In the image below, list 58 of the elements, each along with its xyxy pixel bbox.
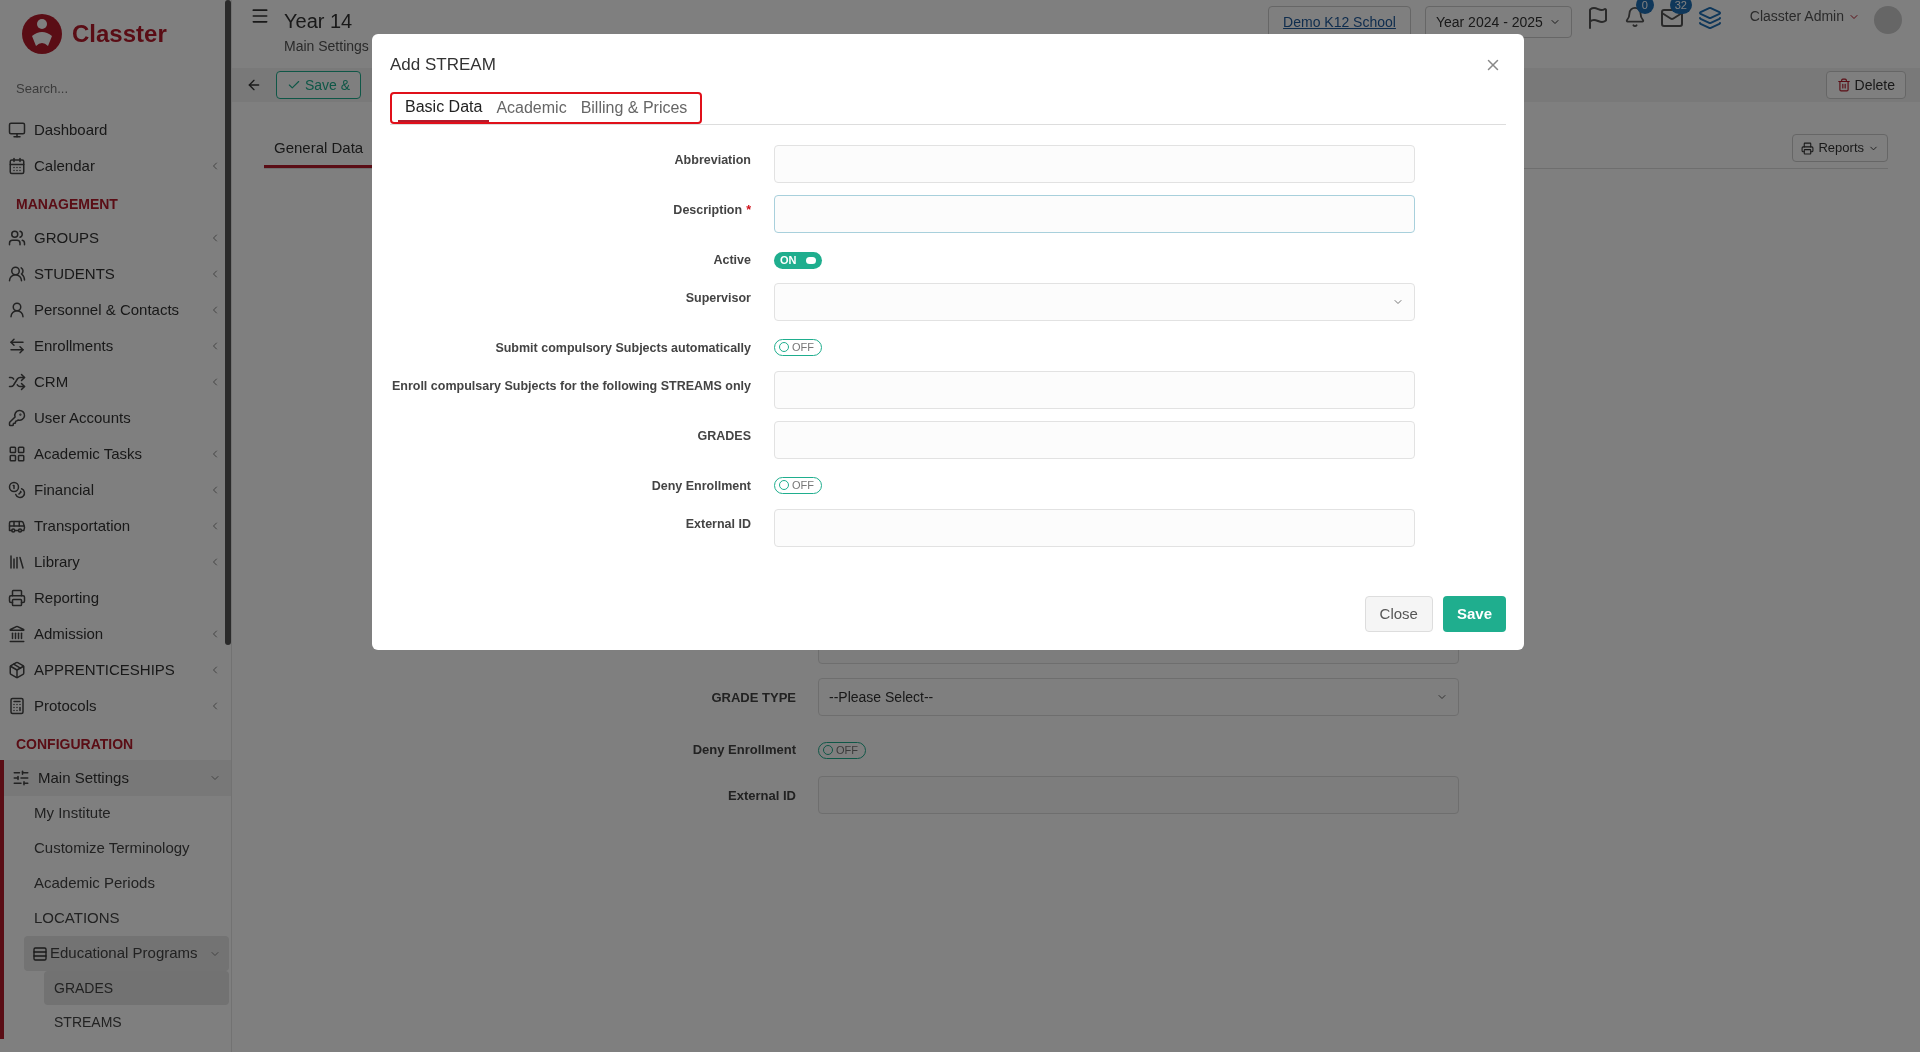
user-menu[interactable]: Classter Admin (1749, 6, 1860, 27)
close-button[interactable]: Close (1364, 596, 1433, 632)
text-field[interactable] (774, 145, 1415, 183)
submenu-item[interactable]: STREAMS (44, 1005, 229, 1039)
check-icon (287, 78, 301, 92)
section-heading: MANAGEMENT (15, 195, 119, 214)
field-label: GRADES (697, 428, 751, 445)
tab[interactable]: Academic (489, 94, 574, 122)
brand-name: Classter (72, 19, 167, 49)
field-label: Supervisor (685, 290, 751, 307)
submenu-item[interactable]: GRADES (44, 971, 229, 1005)
printer-icon (1801, 141, 1815, 155)
toggle-switch[interactable]: OFF (774, 338, 822, 356)
text-field[interactable] (774, 371, 1415, 409)
submenu-item[interactable]: My Institute (4, 796, 231, 831)
field-label: Deny Enrollment (651, 478, 751, 495)
notification-badge: 0 (1635, 0, 1654, 14)
submenu-item[interactable]: Educational Programs (24, 936, 229, 971)
message-badge: 32 (1669, 0, 1692, 14)
text-field[interactable] (774, 509, 1415, 547)
text-field[interactable] (774, 421, 1415, 459)
field-label: Active (713, 252, 751, 269)
toggle-switch[interactable]: OFF (774, 476, 822, 494)
toggle-switch[interactable]: OFF (818, 741, 866, 759)
submenu-item[interactable]: Academic Periods (4, 866, 231, 901)
delete-button[interactable]: Delete (1825, 71, 1906, 99)
select-field[interactable] (774, 283, 1415, 321)
sidebar-item[interactable]: APPRENTICESHIPS (0, 652, 231, 688)
trash-icon (1836, 78, 1851, 92)
tab[interactable]: Basic Data (398, 94, 490, 122)
sidebar-item[interactable]: Main Settings (4, 760, 231, 796)
scrollbar[interactable] (225, 0, 231, 645)
field-label: GRADE TYPE (711, 689, 796, 707)
save-button[interactable]: Save (1442, 596, 1506, 632)
layers-icon[interactable] (1697, 6, 1722, 30)
field-label: Abbreviation (674, 152, 751, 169)
select-field[interactable]: --Please Select-- (818, 678, 1459, 716)
avatar[interactable] (1874, 6, 1902, 34)
page-subtitle: Main Settings (284, 37, 369, 56)
field-label: External ID (728, 787, 796, 805)
field-label: Enroll compulsary Subjects for the following STREAMS only (391, 378, 751, 395)
reports-button[interactable]: Reports (1792, 134, 1888, 162)
tab[interactable]: Billing & Prices (573, 94, 695, 122)
toggle-switch[interactable]: ON (774, 251, 822, 269)
field-label: External ID (685, 516, 751, 533)
field-label: Submit compulsory Subjects automatically (495, 340, 751, 357)
field-label: Description * (673, 202, 751, 219)
page-title: Year 14 (284, 9, 354, 34)
modal-title: Add STREAM (390, 54, 496, 77)
submenu-item[interactable]: Customize Terminology (4, 831, 231, 866)
submenu-item[interactable]: LOCATIONS (4, 901, 231, 936)
field-label: Deny Enrollment (692, 741, 796, 759)
sidebar-item[interactable]: Protocols (0, 688, 231, 724)
logo-icon (20, 12, 64, 56)
section-heading: CONFIGURATION (15, 735, 135, 754)
search-field[interactable]: Search... (16, 76, 215, 100)
list-icon (32, 945, 48, 962)
text-field[interactable] (774, 195, 1415, 233)
